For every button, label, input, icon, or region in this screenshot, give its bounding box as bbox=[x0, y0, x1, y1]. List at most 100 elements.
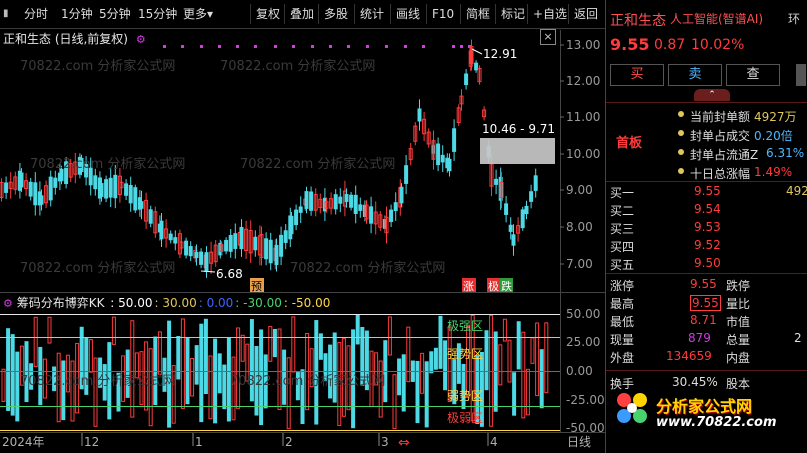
limit-row-label: 当前封单额 bbox=[690, 110, 751, 124]
level-name: 买二 bbox=[610, 204, 635, 218]
stat-label: 最高 bbox=[610, 297, 635, 311]
candle-body bbox=[204, 252, 209, 272]
candle-body bbox=[48, 176, 53, 201]
stat-label-2: 市值 bbox=[726, 315, 751, 329]
indicator-bar bbox=[185, 337, 190, 405]
indicator-bar bbox=[272, 328, 277, 358]
kline-chart-area[interactable]: 13.00 12.00 11.00 10.00 9.00 8.00 7.00 1… bbox=[0, 0, 605, 453]
signal-dot bbox=[422, 45, 425, 48]
indicator-bar bbox=[525, 368, 530, 416]
indicator-bar bbox=[438, 315, 443, 369]
level-name: 买五 bbox=[610, 258, 635, 272]
ind-tick-25: 25.00 bbox=[566, 335, 600, 349]
indicator-bar bbox=[277, 328, 282, 411]
equity-label: 股本 bbox=[726, 377, 751, 391]
candle-body bbox=[452, 128, 457, 152]
indicator-bar bbox=[401, 354, 406, 412]
indicator-bar bbox=[157, 331, 162, 375]
candle-body bbox=[294, 209, 299, 226]
indicator-bar bbox=[429, 351, 434, 374]
candle-body bbox=[520, 209, 525, 229]
price-range-label: 10.46 - 9.71 bbox=[482, 122, 555, 136]
svg-text:70822.com 分析家公式网: 70822.com 分析家公式网 bbox=[20, 58, 175, 74]
buy-button[interactable]: 买 bbox=[610, 64, 664, 86]
limit-row-bullet bbox=[678, 130, 684, 136]
scroll-arrows-icon: ⇔ bbox=[398, 435, 410, 451]
indicator-settings-icon[interactable]: ⚙ bbox=[3, 297, 13, 310]
price-change-pct: 10.02% bbox=[691, 37, 745, 53]
svg-text:70822.com 分析家公式网: 70822.com 分析家公式网 bbox=[240, 156, 395, 172]
limit-row-value: 6.31% bbox=[766, 146, 805, 160]
candle-body bbox=[33, 182, 38, 206]
svg-text:70822.com 分析家公式网: 70822.com 分析家公式网 bbox=[220, 58, 375, 74]
tag-zhang: 涨 bbox=[463, 280, 474, 293]
candle-body bbox=[128, 185, 133, 204]
time-3: 3 bbox=[381, 435, 389, 449]
stat-label-2: 内盘 bbox=[726, 351, 751, 365]
indicator-bar bbox=[111, 316, 116, 345]
quote-panel: 正和生态 人工智能(智谱AI) 环 9.55 0.87 10.02% 买 卖 查… bbox=[605, 0, 807, 453]
zone-weak: 弱势区 bbox=[447, 389, 483, 403]
limit-row-bullet bbox=[678, 111, 684, 117]
stock-name: 正和生态 bbox=[610, 13, 666, 29]
candle-body bbox=[511, 234, 516, 246]
indicator-value-3: : -30.00 bbox=[235, 296, 282, 310]
candle-body bbox=[188, 246, 193, 257]
stat-value: 134659 bbox=[666, 349, 712, 363]
indicator-bar bbox=[544, 322, 549, 394]
candle-body bbox=[159, 220, 164, 240]
candle-body bbox=[28, 181, 33, 197]
candle-body bbox=[508, 224, 513, 232]
indicator-value-2: : 0.00 bbox=[198, 296, 234, 310]
tag-ji: 极 bbox=[488, 279, 499, 293]
candle-body bbox=[393, 202, 398, 212]
ind-tick-0: 0.00 bbox=[566, 364, 593, 378]
candle-body bbox=[399, 186, 404, 204]
panel-scroll-handle[interactable] bbox=[796, 64, 806, 86]
candle-body bbox=[417, 108, 422, 122]
candle-body bbox=[173, 237, 178, 244]
indicator-value-1: : 30.00 bbox=[154, 296, 197, 310]
zone-strong: 强势区 bbox=[447, 347, 483, 361]
level-price: 9.52 bbox=[694, 238, 721, 252]
indicator-bar bbox=[291, 316, 296, 373]
candle-body bbox=[279, 234, 284, 257]
limit-row-value: 4927万 bbox=[754, 110, 797, 124]
price-range-box bbox=[480, 138, 555, 164]
svg-text:70822.com 分析家公式网: 70822.com 分析家公式网 bbox=[290, 260, 445, 276]
limit-row-label: 封单占流通Z bbox=[690, 148, 759, 162]
query-button[interactable]: 查 bbox=[726, 64, 780, 86]
indicator-bar bbox=[47, 316, 52, 344]
signal-dot bbox=[460, 45, 463, 48]
stock-sector[interactable]: 人工智能(智谱AI) bbox=[670, 10, 763, 27]
indicator-bar bbox=[88, 339, 93, 373]
signal-dot bbox=[329, 45, 332, 48]
indicator-bar bbox=[535, 322, 540, 397]
sell-button[interactable]: 卖 bbox=[668, 64, 722, 86]
stat-label-2: 量比 bbox=[726, 297, 751, 311]
signal-dot bbox=[274, 45, 277, 48]
indicator-bar bbox=[378, 360, 383, 418]
indicator-bar bbox=[521, 331, 526, 419]
limit-row-bullet bbox=[678, 149, 684, 155]
indicator-axis: 50.00 25.00 0.00 -25.00 -50.00 bbox=[566, 307, 605, 435]
indicator-value-4: : -50.00 bbox=[283, 296, 331, 310]
indicator-bar bbox=[208, 355, 213, 420]
price-tick-9: 9.00 bbox=[566, 183, 593, 197]
stat-label: 最低 bbox=[610, 315, 635, 329]
svg-text:70822.com 分析家公式网: 70822.com 分析家公式网 bbox=[230, 373, 385, 389]
indicator-bar bbox=[484, 330, 489, 391]
indicator-bar bbox=[93, 357, 98, 427]
limit-row-label: 封单占成交 bbox=[690, 129, 751, 143]
signal-dot bbox=[385, 45, 388, 48]
candle-body bbox=[53, 177, 58, 188]
zone-very-strong: 极强区 bbox=[447, 319, 483, 333]
level-volume: 492 bbox=[786, 184, 807, 198]
candle-body bbox=[289, 215, 294, 235]
stat-label-2: 跌停 bbox=[726, 279, 751, 293]
indicator-title: ⚙ 筹码分布博弈KK : 50.00: 30.00: 0.00: -30.00:… bbox=[3, 296, 331, 310]
candle-body bbox=[113, 174, 118, 199]
collapse-icon[interactable]: ⌃ bbox=[694, 89, 730, 101]
candle-body bbox=[436, 143, 441, 166]
svg-text:70822.com 分析家公式网: 70822.com 分析家公式网 bbox=[20, 373, 175, 389]
